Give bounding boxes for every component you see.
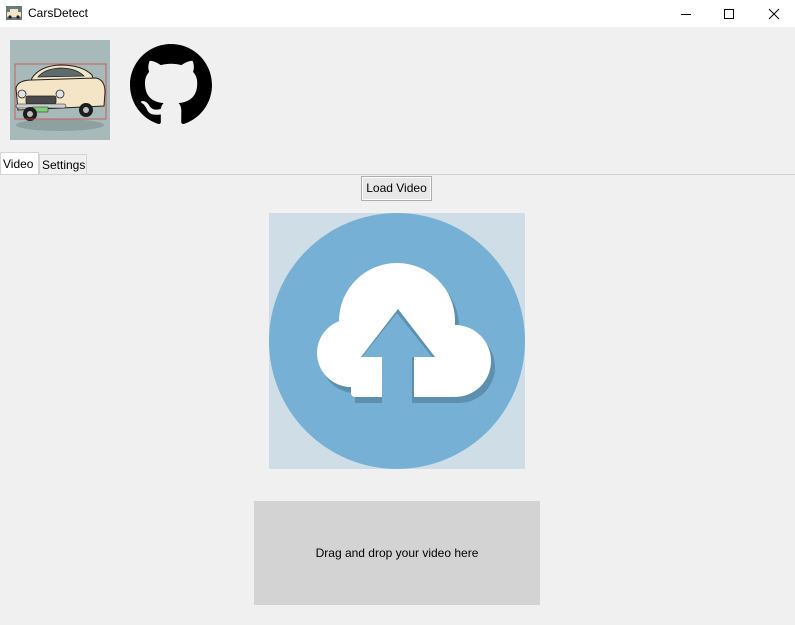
upload-area[interactable] [269, 213, 525, 469]
minimize-button[interactable] [663, 0, 709, 27]
tab-bar: Video Settings [0, 152, 795, 174]
maximize-icon [724, 8, 734, 19]
tab-divider [0, 174, 795, 175]
cloud-upload-icon [269, 213, 525, 469]
title-bar: CarsDetect [0, 0, 795, 27]
github-icon[interactable] [130, 44, 212, 126]
close-icon [768, 8, 780, 19]
tab-settings[interactable]: Settings [39, 154, 87, 174]
car-app-icon [6, 6, 22, 20]
drop-zone-text: Drag and drop your video here [315, 546, 479, 560]
minimize-icon [681, 13, 691, 15]
car-logo-image[interactable] [10, 40, 110, 140]
drop-zone[interactable]: Drag and drop your video here [254, 501, 540, 605]
tab-video[interactable]: Video [0, 152, 39, 174]
window-title: CarsDetect [28, 6, 89, 20]
close-button[interactable] [751, 0, 795, 27]
maximize-button[interactable] [706, 0, 752, 27]
load-video-button[interactable]: Load Video [361, 176, 432, 201]
